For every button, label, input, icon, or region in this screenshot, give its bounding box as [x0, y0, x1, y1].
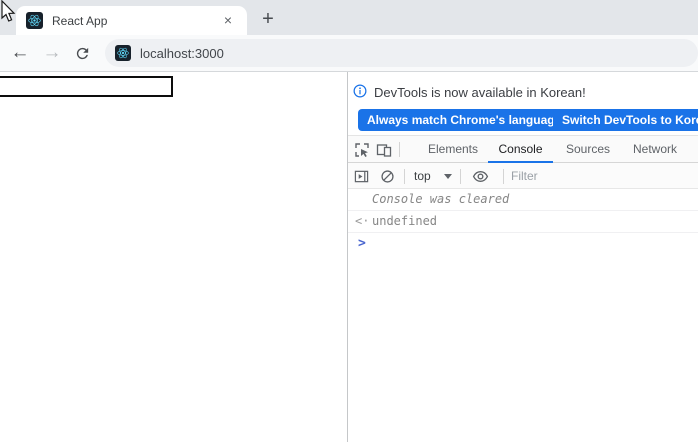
page-content	[0, 72, 347, 442]
toolbar-separator	[399, 142, 400, 157]
tab-network[interactable]: Network	[626, 136, 684, 163]
back-icon[interactable]: ←	[6, 35, 34, 71]
devtools-tabbar: Elements Console Sources Network	[348, 136, 698, 163]
tab-elements[interactable]: Elements	[421, 136, 485, 163]
reload-icon[interactable]	[68, 35, 96, 71]
result-value: undefined	[372, 214, 438, 228]
clear-console-icon[interactable]	[379, 168, 396, 185]
console-prompt-icon: >	[358, 236, 366, 251]
switch-devtools-korean-button[interactable]: Switch DevTools to Korean	[553, 109, 698, 131]
tab-title: React App	[52, 13, 108, 28]
tab-close-icon[interactable]: ×	[219, 12, 237, 30]
tab-sources[interactable]: Sources	[560, 136, 616, 163]
console-cleared-message: Console was cleared	[348, 189, 698, 211]
toolbar-separator	[404, 169, 405, 184]
react-favicon-icon	[26, 12, 43, 29]
info-icon	[353, 84, 367, 98]
toolbar-separator	[460, 169, 461, 184]
browser-tab-react-app[interactable]: React App ×	[16, 6, 247, 35]
device-toolbar-icon[interactable]	[375, 141, 392, 158]
filter-input[interactable]	[511, 166, 691, 186]
console-prompt-row[interactable]: >	[348, 233, 698, 255]
address-bar[interactable]: localhost:3000	[105, 39, 698, 67]
devtools-panel: DevTools is now available in Korean! Alw…	[348, 72, 698, 442]
forward-icon[interactable]: →	[38, 35, 66, 71]
react-favicon-icon	[115, 45, 131, 61]
console-toolbar: top	[348, 163, 698, 189]
browser-toolbar: ← → localhost:3000	[0, 35, 698, 72]
always-match-language-button[interactable]: Always match Chrome's language	[358, 109, 571, 131]
console-messages: Console was cleared <· undefined >	[348, 189, 698, 255]
return-value-icon: <·	[355, 214, 370, 228]
toolbar-separator	[503, 169, 504, 184]
tab-strip: React App × +	[0, 0, 698, 35]
inspect-element-icon[interactable]	[353, 141, 370, 158]
infobar-message: DevTools is now available in Korean!	[374, 85, 586, 100]
new-tab-button[interactable]: +	[256, 8, 280, 32]
console-result-row: <· undefined	[348, 211, 698, 233]
tab-console[interactable]: Console	[488, 136, 553, 163]
page-text-input[interactable]	[0, 76, 173, 97]
url-text: localhost:3000	[140, 45, 224, 61]
devtools-language-infobar: DevTools is now available in Korean! Alw…	[348, 72, 698, 136]
context-selector[interactable]: top	[414, 163, 431, 189]
live-expression-eye-icon[interactable]	[472, 168, 489, 185]
console-sidebar-icon[interactable]	[353, 168, 370, 185]
chevron-down-icon	[444, 174, 452, 179]
